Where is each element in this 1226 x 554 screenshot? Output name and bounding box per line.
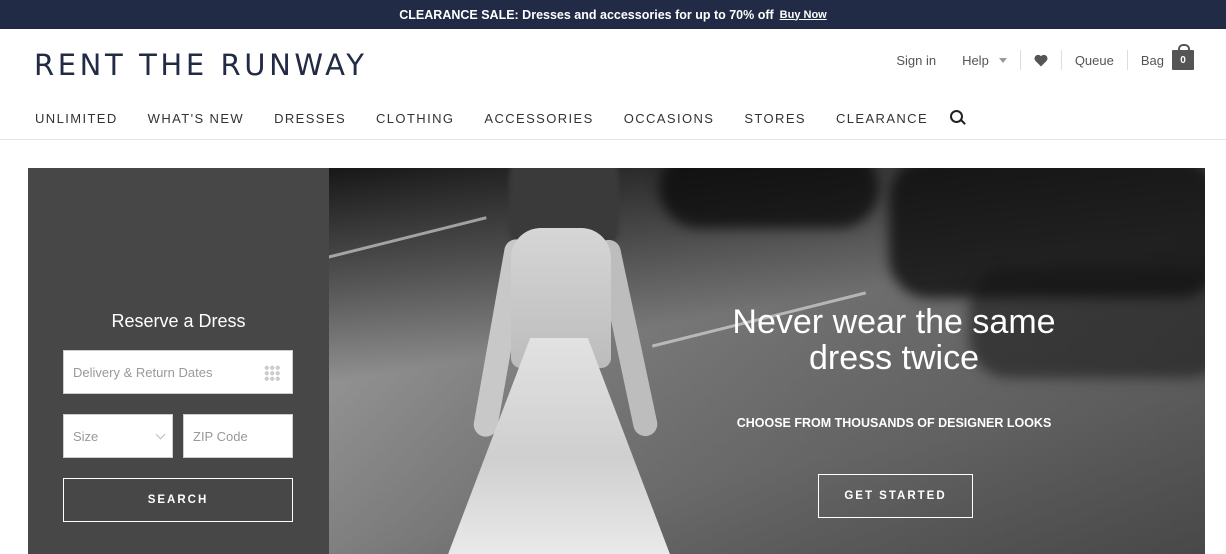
nav-item-clearance[interactable]: CLEARANCE [836, 111, 928, 126]
search-button[interactable]: SEARCH [63, 478, 293, 522]
chevron-down-icon [155, 429, 166, 440]
sign-in-label: Sign in [896, 52, 937, 68]
hero-subhead: CHOOSE FROM THOUSANDS OF DESIGNER LOOKS [736, 416, 1052, 430]
bag-count: 0 [1180, 54, 1186, 66]
dates-field[interactable]: Delivery & Return Dates [63, 350, 293, 394]
help-label: Help [962, 52, 989, 68]
calendar-grid-icon [264, 365, 280, 381]
size-placeholder: Size [73, 428, 99, 444]
dates-placeholder: Delivery & Return Dates [73, 364, 213, 380]
hero-section: Reserve a Dress Delivery & Return Dates … [28, 168, 1205, 554]
zip-placeholder: ZIP Code [193, 428, 248, 444]
nav-item-occasions[interactable]: OCCASIONS [624, 111, 715, 126]
nav-item-clothing[interactable]: CLOTHING [376, 111, 454, 126]
promo-text: CLEARANCE SALE: Dresses and accessories … [399, 7, 774, 22]
zip-field[interactable]: ZIP Code [183, 414, 293, 458]
queue-label: Queue [1074, 52, 1114, 68]
site-logo[interactable]: RENT THE RUNWAY [34, 48, 368, 82]
search-icon[interactable] [950, 110, 966, 126]
nav-item-accessories[interactable]: ACCESSORIES [484, 111, 593, 126]
reserve-panel: Reserve a Dress Delivery & Return Dates … [28, 168, 329, 554]
heart-icon [1034, 54, 1048, 66]
nav-divider [0, 139, 1226, 140]
nav-item-stores[interactable]: STORES [744, 111, 806, 126]
bag-button[interactable]: Bag 0 [1128, 44, 1194, 74]
hero-image: Never wear the same dress twice CHOOSE F… [329, 168, 1205, 554]
main-nav: UNLIMITED WHAT'S NEW DRESSES CLOTHING AC… [35, 110, 966, 126]
promo-bar: CLEARANCE SALE: Dresses and accessories … [0, 0, 1226, 29]
nav-item-unlimited[interactable]: UNLIMITED [35, 111, 118, 126]
nav-item-dresses[interactable]: DRESSES [274, 111, 346, 126]
queue-link[interactable]: Queue [1062, 46, 1127, 74]
sign-in-link[interactable]: Sign in [883, 46, 949, 74]
get-started-button[interactable]: GET STARTED [818, 474, 973, 518]
bag-label: Bag [1140, 52, 1164, 68]
favorites-button[interactable] [1021, 46, 1061, 74]
help-menu[interactable]: Help [949, 46, 1020, 74]
utility-nav: Sign in Help Queue Bag 0 [883, 44, 1194, 74]
bag-icon: 0 [1172, 44, 1194, 70]
model-figure [429, 168, 679, 554]
reserve-title: Reserve a Dress [111, 311, 246, 331]
hero-headline: Never wear the same dress twice [732, 303, 1056, 377]
nav-item-whats-new[interactable]: WHAT'S NEW [148, 111, 244, 126]
caret-down-icon [998, 57, 1007, 63]
blurred-car [659, 168, 879, 228]
buy-now-link[interactable]: Buy Now [780, 9, 827, 21]
size-select[interactable]: Size [63, 414, 173, 458]
